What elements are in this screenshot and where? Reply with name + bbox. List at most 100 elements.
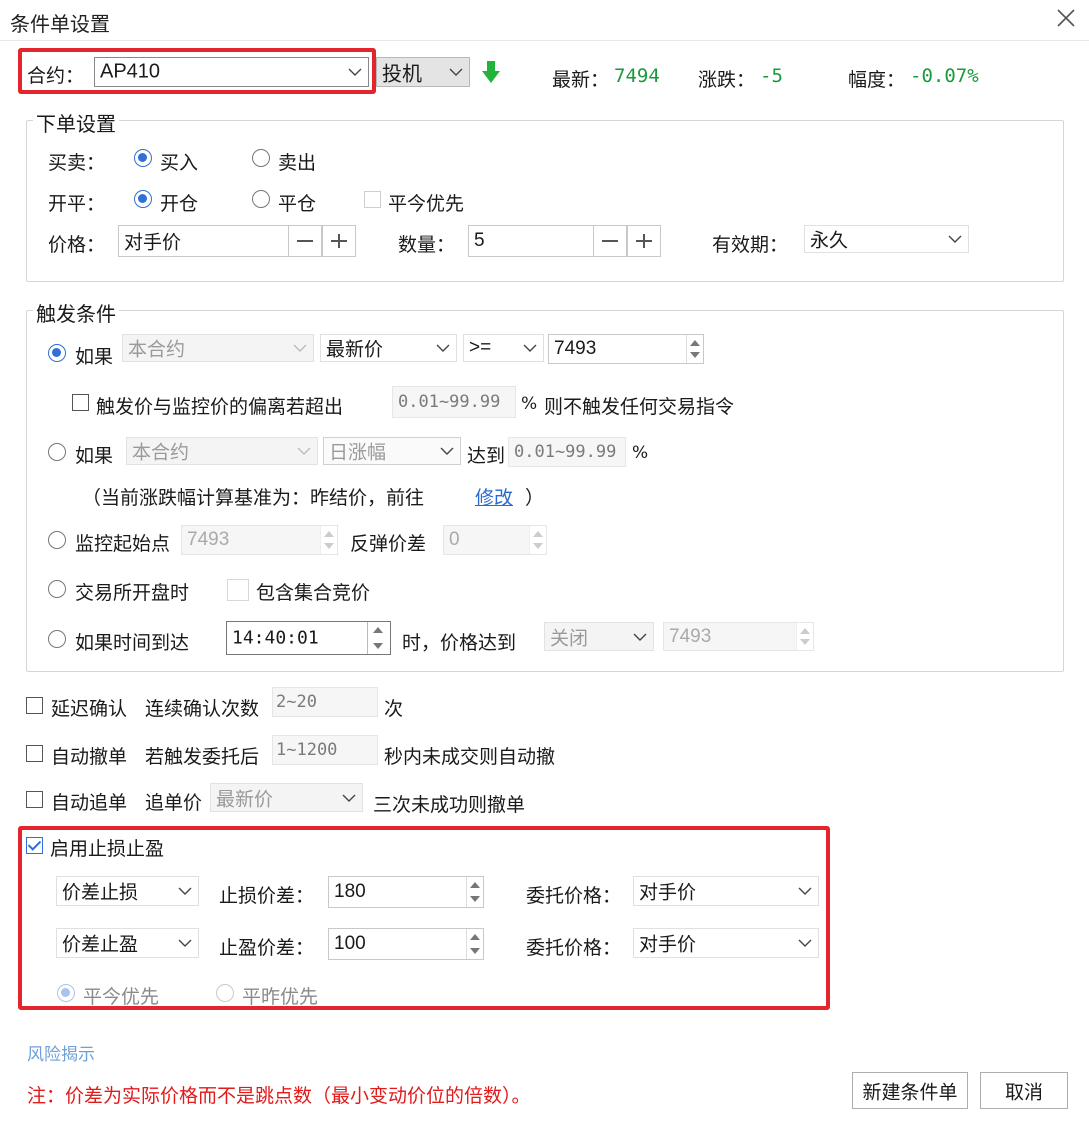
new-condition-order-button[interactable]: 新建条件单 xyxy=(852,1072,968,1109)
stop-yesterday-first-label: 平昨优先 xyxy=(242,986,319,1008)
time-condition-select[interactable]: 关闭 xyxy=(544,622,654,651)
change-value: -5 xyxy=(760,65,783,87)
validity-label: 有效期： xyxy=(712,234,789,256)
auto-cancel-label: 自动撤单 xyxy=(51,746,128,768)
price-plus-button[interactable] xyxy=(322,226,355,256)
take-profit-input[interactable]: 100 xyxy=(328,928,484,960)
qty-label: 数量： xyxy=(398,234,456,256)
contract-value: AP410 xyxy=(100,60,161,83)
open-close-label: 开平： xyxy=(48,193,106,215)
cond-price-contract-select[interactable]: 本合约 xyxy=(122,334,314,362)
stop-loss-value: 180 xyxy=(334,881,366,902)
time-condition-value: 关闭 xyxy=(550,627,589,649)
cond-price-field-value: 最新价 xyxy=(326,338,384,361)
green-down-arrow-icon xyxy=(482,61,500,83)
auto-cancel-suffix: 秒内未成交则自动撤 xyxy=(384,746,556,768)
cond-price-operator-value: >= xyxy=(469,337,492,358)
cond-price-value-input[interactable]: 7493 xyxy=(548,334,704,364)
cond-change-field-select[interactable]: 日涨幅 xyxy=(323,437,461,465)
stop-loss-spinner[interactable] xyxy=(466,877,483,907)
stop-yesterday-first-radio[interactable] xyxy=(216,984,234,1002)
time-price-value: 7493 xyxy=(669,625,712,647)
take-profit-price-select[interactable]: 对手价 xyxy=(633,928,819,958)
include-auction-label: 包含集合竞价 xyxy=(256,582,371,604)
hedge-type-select[interactable]: 投机 xyxy=(376,57,470,87)
deviation-range-input[interactable]: 0.01~99.99 xyxy=(392,386,516,418)
stop-loss-price-select[interactable]: 对手价 xyxy=(633,876,819,906)
sell-radio[interactable] xyxy=(252,149,270,167)
new-condition-order-label: 新建条件单 xyxy=(862,1081,958,1103)
trigger-title: 触发条件 xyxy=(33,298,119,327)
cond-price-spinner[interactable] xyxy=(686,335,703,363)
rebound-label: 反弹价差 xyxy=(350,533,427,555)
delay-count-input[interactable]: 2~20 xyxy=(272,687,378,717)
basis-modify-link[interactable]: 修改 xyxy=(475,483,513,510)
cond-change-reach-label: 达到 xyxy=(467,445,506,467)
cond-change-radio[interactable] xyxy=(48,443,66,461)
stop-loss-input[interactable]: 180 xyxy=(328,876,484,908)
delay-unit: 次 xyxy=(384,698,404,720)
take-profit-type-value: 价差止盈 xyxy=(62,933,139,956)
close-radio[interactable] xyxy=(252,190,270,208)
contract-select[interactable]: AP410 xyxy=(94,57,369,87)
pct-label: 幅度： xyxy=(848,69,906,91)
qty-plus-button[interactable] xyxy=(627,226,660,256)
auto-cancel-checkbox[interactable] xyxy=(26,745,43,762)
deviation-label: 触发价与监控价的偏离若超出 xyxy=(96,396,344,418)
deviation-suffix: 则不触发任何交易指令 xyxy=(544,396,735,418)
close-icon[interactable] xyxy=(1054,6,1078,30)
chase-price-select[interactable]: 最新价 xyxy=(210,783,363,812)
auto-cancel-input[interactable]: 1~1200 xyxy=(272,735,378,765)
time-input[interactable]: 14:40:01 xyxy=(226,621,391,655)
cond-change-range-value: 0.01~99.99 xyxy=(514,442,617,462)
risk-disclosure-link[interactable]: 风险揭示 xyxy=(27,1040,95,1065)
cancel-button[interactable]: 取消 xyxy=(980,1072,1068,1109)
order-settings-title: 下单设置 xyxy=(33,108,119,137)
price-value: 对手价 xyxy=(124,231,182,254)
cond-change-contract-select[interactable]: 本合约 xyxy=(126,437,318,465)
cond-exchange-open-radio[interactable] xyxy=(48,580,66,598)
close-today-first-checkbox[interactable] xyxy=(364,191,381,208)
stop-today-first-radio[interactable] xyxy=(57,984,75,1002)
time-price-input[interactable]: 7493 xyxy=(663,622,814,651)
auto-chase-checkbox[interactable] xyxy=(26,791,43,808)
latest-label: 最新： xyxy=(552,69,610,91)
qty-value: 5 xyxy=(474,230,485,251)
price-input[interactable]: 对手价 xyxy=(118,225,356,257)
enable-stop-profit-checkbox[interactable] xyxy=(26,837,43,854)
deviation-checkbox[interactable] xyxy=(72,394,89,411)
auto-cancel-value: 1~1200 xyxy=(276,740,338,760)
time-price-spinner[interactable] xyxy=(796,623,813,650)
chevron-down-icon xyxy=(342,794,356,802)
change-label: 涨跌： xyxy=(698,69,756,91)
chevron-down-icon xyxy=(178,887,192,895)
auto-cancel-after-label: 若触发委托后 xyxy=(145,746,260,768)
chevron-down-icon xyxy=(798,887,812,895)
enable-stop-profit-label: 启用止损止盈 xyxy=(50,838,165,860)
cond-monitor-radio[interactable] xyxy=(48,531,66,549)
cond-price-field-select[interactable]: 最新价 xyxy=(320,334,457,362)
validity-select[interactable]: 永久 xyxy=(804,225,969,253)
buy-radio[interactable] xyxy=(134,149,152,167)
cond-price-value: 7493 xyxy=(554,338,597,359)
stop-loss-type-select[interactable]: 价差止损 xyxy=(56,876,199,906)
cond-price-if-label: 如果 xyxy=(75,346,114,368)
take-profit-spinner[interactable] xyxy=(466,929,483,959)
cond-price-operator-select[interactable]: >= xyxy=(463,334,544,362)
close-label: 平仓 xyxy=(278,193,317,215)
monitor-input[interactable]: 7493 xyxy=(181,525,338,555)
rebound-spinner[interactable] xyxy=(529,526,546,554)
rebound-input[interactable]: 0 xyxy=(443,525,547,555)
qty-minus-button[interactable] xyxy=(593,226,627,256)
open-radio[interactable] xyxy=(134,190,152,208)
take-profit-type-select[interactable]: 价差止盈 xyxy=(56,928,199,958)
delay-confirm-checkbox[interactable] xyxy=(26,697,43,714)
price-minus-button[interactable] xyxy=(288,226,322,256)
cond-change-range-input[interactable]: 0.01~99.99 xyxy=(508,437,626,467)
cond-time-radio[interactable] xyxy=(48,630,66,648)
cond-price-radio[interactable] xyxy=(48,344,66,362)
time-spinner[interactable] xyxy=(367,622,390,654)
qty-input[interactable]: 5 xyxy=(468,225,661,257)
include-auction-checkbox[interactable] xyxy=(227,579,249,601)
monitor-spinner[interactable] xyxy=(320,526,337,554)
